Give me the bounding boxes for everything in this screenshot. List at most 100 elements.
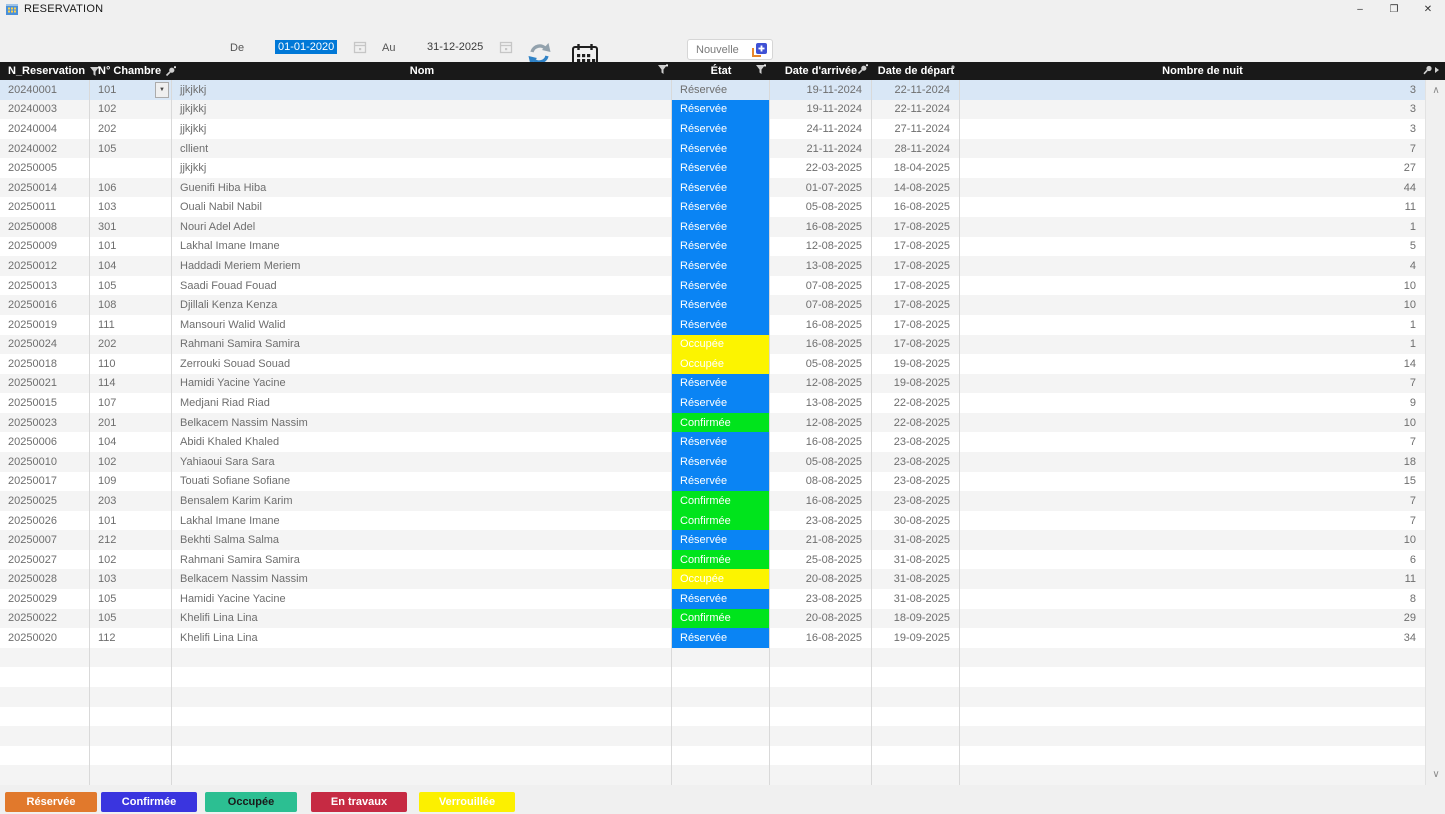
status-cell[interactable]: Réservée bbox=[672, 432, 770, 452]
guest-name-cell[interactable] bbox=[172, 726, 672, 746]
table-row[interactable]: 20250027 102 Rahmani Samira Samira Confi… bbox=[0, 550, 1425, 570]
table-row[interactable]: 20240004 202 jjkjkkj Réservée 24-11-2024… bbox=[0, 119, 1425, 139]
departure-date-cell[interactable]: 19-09-2025 bbox=[872, 628, 960, 648]
status-cell[interactable]: Réservée bbox=[672, 178, 770, 198]
departure-date-cell[interactable]: 18-09-2025 bbox=[872, 609, 960, 629]
status-cell[interactable]: Réservée bbox=[672, 628, 770, 648]
departure-date-cell[interactable]: 22-08-2025 bbox=[872, 393, 960, 413]
room-number-cell[interactable] bbox=[90, 746, 172, 766]
guest-name-cell[interactable]: Haddadi Meriem Meriem bbox=[172, 256, 672, 276]
departure-date-cell[interactable]: 17-08-2025 bbox=[872, 295, 960, 315]
room-dropdown-icon[interactable]: ▼ bbox=[155, 82, 169, 98]
status-cell[interactable]: Confirmée bbox=[672, 609, 770, 629]
arrival-date-cell[interactable]: 05-08-2025 bbox=[770, 452, 872, 472]
status-cell[interactable]: Réservée bbox=[672, 276, 770, 296]
guest-name-cell[interactable]: Lakhal Imane Imane bbox=[172, 511, 672, 531]
arrival-date-cell[interactable]: 16-08-2025 bbox=[770, 315, 872, 335]
guest-name-cell[interactable]: Medjani Riad Riad bbox=[172, 393, 672, 413]
guest-name-cell[interactable]: Bensalem Karim Karim bbox=[172, 491, 672, 511]
departure-date-cell[interactable]: 17-08-2025 bbox=[872, 217, 960, 237]
status-cell[interactable]: Réservée bbox=[672, 295, 770, 315]
status-cell[interactable]: Confirmée bbox=[672, 550, 770, 570]
departure-date-cell[interactable]: 16-08-2025 bbox=[872, 197, 960, 217]
nights-cell[interactable]: 7 bbox=[960, 511, 1425, 531]
departure-date-cell[interactable]: 23-08-2025 bbox=[872, 432, 960, 452]
table-row[interactable]: 20250029 105 Hamidi Yacine Yacine Réserv… bbox=[0, 589, 1425, 609]
status-cell[interactable]: Réservée bbox=[672, 139, 770, 159]
guest-name-cell[interactable]: Khelifi Lina Lina bbox=[172, 628, 672, 648]
room-number-cell[interactable]: 108 bbox=[90, 295, 172, 315]
reservation-number-cell[interactable]: 20250028 bbox=[0, 569, 90, 589]
nights-cell[interactable]: 29 bbox=[960, 609, 1425, 629]
table-row[interactable] bbox=[0, 687, 1425, 707]
departure-date-cell[interactable]: 17-08-2025 bbox=[872, 315, 960, 335]
nights-cell[interactable]: 10 bbox=[960, 295, 1425, 315]
table-row[interactable]: 20250019 111 Mansouri Walid Walid Réserv… bbox=[0, 315, 1425, 335]
arrival-date-cell[interactable]: 21-08-2025 bbox=[770, 530, 872, 550]
arrival-date-cell[interactable]: 16-08-2025 bbox=[770, 335, 872, 355]
room-number-cell[interactable]: 202 bbox=[90, 335, 172, 355]
status-cell[interactable]: Réservée bbox=[672, 472, 770, 492]
column-header-nombre-nuit[interactable]: Nombre de nuit bbox=[960, 62, 1445, 80]
status-cell[interactable]: Réservée bbox=[672, 119, 770, 139]
table-row[interactable]: 20250008 301 Nouri Adel Adel Réservée 16… bbox=[0, 217, 1425, 237]
room-number-cell[interactable]: 101 bbox=[90, 511, 172, 531]
guest-name-cell[interactable]: cllient bbox=[172, 139, 672, 159]
departure-date-cell[interactable]: 14-08-2025 bbox=[872, 178, 960, 198]
room-number-cell[interactable]: 105 bbox=[90, 609, 172, 629]
status-cell[interactable] bbox=[672, 726, 770, 746]
table-row[interactable]: 20250012 104 Haddadi Meriem Meriem Réser… bbox=[0, 256, 1425, 276]
arrival-date-cell[interactable]: 20-08-2025 bbox=[770, 569, 872, 589]
arrival-date-cell[interactable] bbox=[770, 648, 872, 668]
table-row[interactable] bbox=[0, 707, 1425, 727]
scroll-down-icon[interactable]: ∨ bbox=[1426, 766, 1445, 783]
arrival-date-cell[interactable]: 13-08-2025 bbox=[770, 393, 872, 413]
restore-button[interactable]: ❐ bbox=[1377, 0, 1411, 18]
arrival-date-cell[interactable]: 16-08-2025 bbox=[770, 432, 872, 452]
nights-cell[interactable]: 1 bbox=[960, 217, 1425, 237]
room-number-cell[interactable]: 114 bbox=[90, 374, 172, 394]
nights-cell[interactable]: 10 bbox=[960, 530, 1425, 550]
filter-icon[interactable] bbox=[657, 64, 668, 75]
nights-cell[interactable]: 5 bbox=[960, 237, 1425, 257]
filter-icon[interactable] bbox=[755, 64, 766, 75]
departure-date-cell[interactable] bbox=[872, 667, 960, 687]
guest-name-cell[interactable]: Khelifi Lina Lina bbox=[172, 609, 672, 629]
table-row[interactable] bbox=[0, 746, 1425, 766]
reservation-number-cell[interactable]: 20250007 bbox=[0, 530, 90, 550]
guest-name-cell[interactable] bbox=[172, 667, 672, 687]
arrival-date-cell[interactable] bbox=[770, 746, 872, 766]
arrival-date-cell[interactable]: 19-11-2024 bbox=[770, 100, 872, 120]
pin-icon[interactable] bbox=[857, 64, 868, 75]
departure-date-cell[interactable]: 31-08-2025 bbox=[872, 569, 960, 589]
to-date-input[interactable]: 31-12-2025 bbox=[424, 40, 486, 54]
room-number-cell[interactable]: 103 bbox=[90, 197, 172, 217]
guest-name-cell[interactable]: Belkacem Nassim Nassim bbox=[172, 569, 672, 589]
reservation-number-cell[interactable]: 20250006 bbox=[0, 432, 90, 452]
nights-cell[interactable]: 3 bbox=[960, 100, 1425, 120]
departure-date-cell[interactable] bbox=[872, 746, 960, 766]
nights-cell[interactable]: 4 bbox=[960, 256, 1425, 276]
nights-cell[interactable]: 10 bbox=[960, 413, 1425, 433]
status-cell[interactable]: Réservée bbox=[672, 237, 770, 257]
departure-date-cell[interactable]: 19-08-2025 bbox=[872, 374, 960, 394]
room-number-cell[interactable]: 101 bbox=[90, 237, 172, 257]
nights-cell[interactable]: 9 bbox=[960, 393, 1425, 413]
arrival-date-cell[interactable] bbox=[770, 726, 872, 746]
status-cell[interactable]: Confirmée bbox=[672, 413, 770, 433]
departure-date-cell[interactable]: 19-08-2025 bbox=[872, 354, 960, 374]
column-header-n-reservation[interactable]: N_Reservation bbox=[0, 62, 90, 80]
nights-cell[interactable] bbox=[960, 746, 1425, 766]
room-number-cell[interactable] bbox=[90, 687, 172, 707]
nights-cell[interactable]: 7 bbox=[960, 432, 1425, 452]
table-row[interactable]: 20250013 105 Saadi Fouad Fouad Réservée … bbox=[0, 276, 1425, 296]
table-row[interactable]: 20250006 104 Abidi Khaled Khaled Réservé… bbox=[0, 432, 1425, 452]
arrival-date-cell[interactable]: 23-08-2025 bbox=[770, 589, 872, 609]
table-row[interactable]: 20250017 109 Touati Sofiane Sofiane Rése… bbox=[0, 472, 1425, 492]
arrival-date-cell[interactable] bbox=[770, 667, 872, 687]
nights-cell[interactable]: 7 bbox=[960, 374, 1425, 394]
add-new-icon[interactable] bbox=[751, 42, 768, 58]
arrival-date-cell[interactable]: 07-08-2025 bbox=[770, 295, 872, 315]
arrival-date-cell[interactable]: 12-08-2025 bbox=[770, 413, 872, 433]
arrival-date-cell[interactable]: 12-08-2025 bbox=[770, 237, 872, 257]
